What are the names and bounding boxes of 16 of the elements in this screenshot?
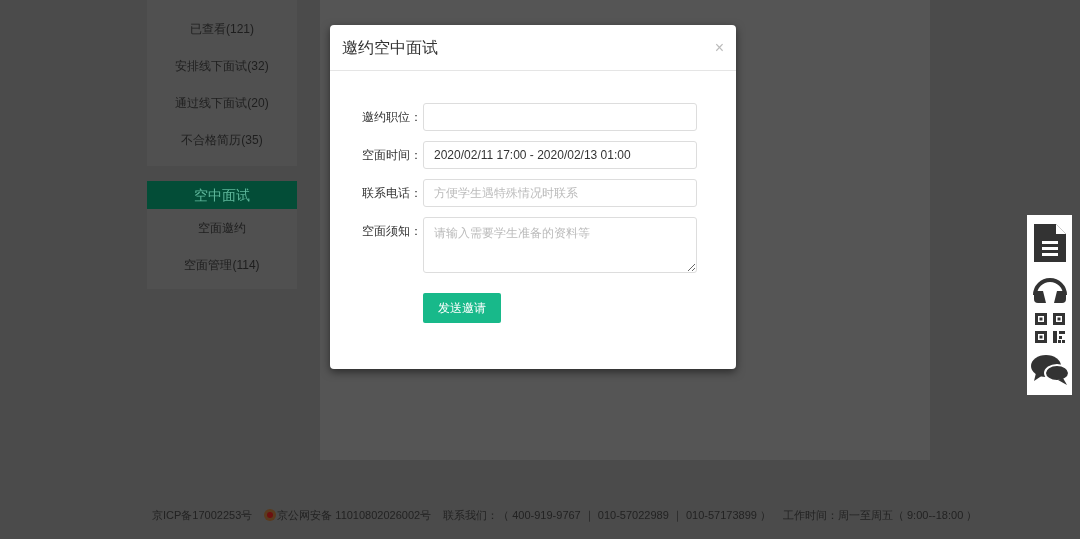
police-badge-icon <box>264 509 277 522</box>
field-label: 空面时间： <box>362 147 423 164</box>
send-invite-button[interactable]: 发送邀请 <box>423 293 501 323</box>
field-label: 联系电话： <box>362 185 423 202</box>
field-label: 空面须知： <box>362 223 423 240</box>
input-field[interactable]: 2020/02/11 17:00 - 2020/02/13 01:00 <box>423 141 697 169</box>
field-label: 邀约职位： <box>362 109 423 126</box>
document-icon[interactable] <box>1033 224 1066 263</box>
qr-code-icon[interactable] <box>1034 313 1065 344</box>
input-field[interactable] <box>423 103 697 131</box>
close-button[interactable]: × <box>714 39 724 56</box>
dialog-title: 邀约空中面试 <box>342 37 438 58</box>
chat-icon[interactable] <box>1030 353 1069 386</box>
input-field[interactable]: 方便学生遇特殊情况时联系 <box>423 179 697 207</box>
notes-field[interactable]: 请输入需要学生准备的资料等 <box>423 217 697 273</box>
section-header[interactable]: 空中面试 <box>147 181 297 209</box>
